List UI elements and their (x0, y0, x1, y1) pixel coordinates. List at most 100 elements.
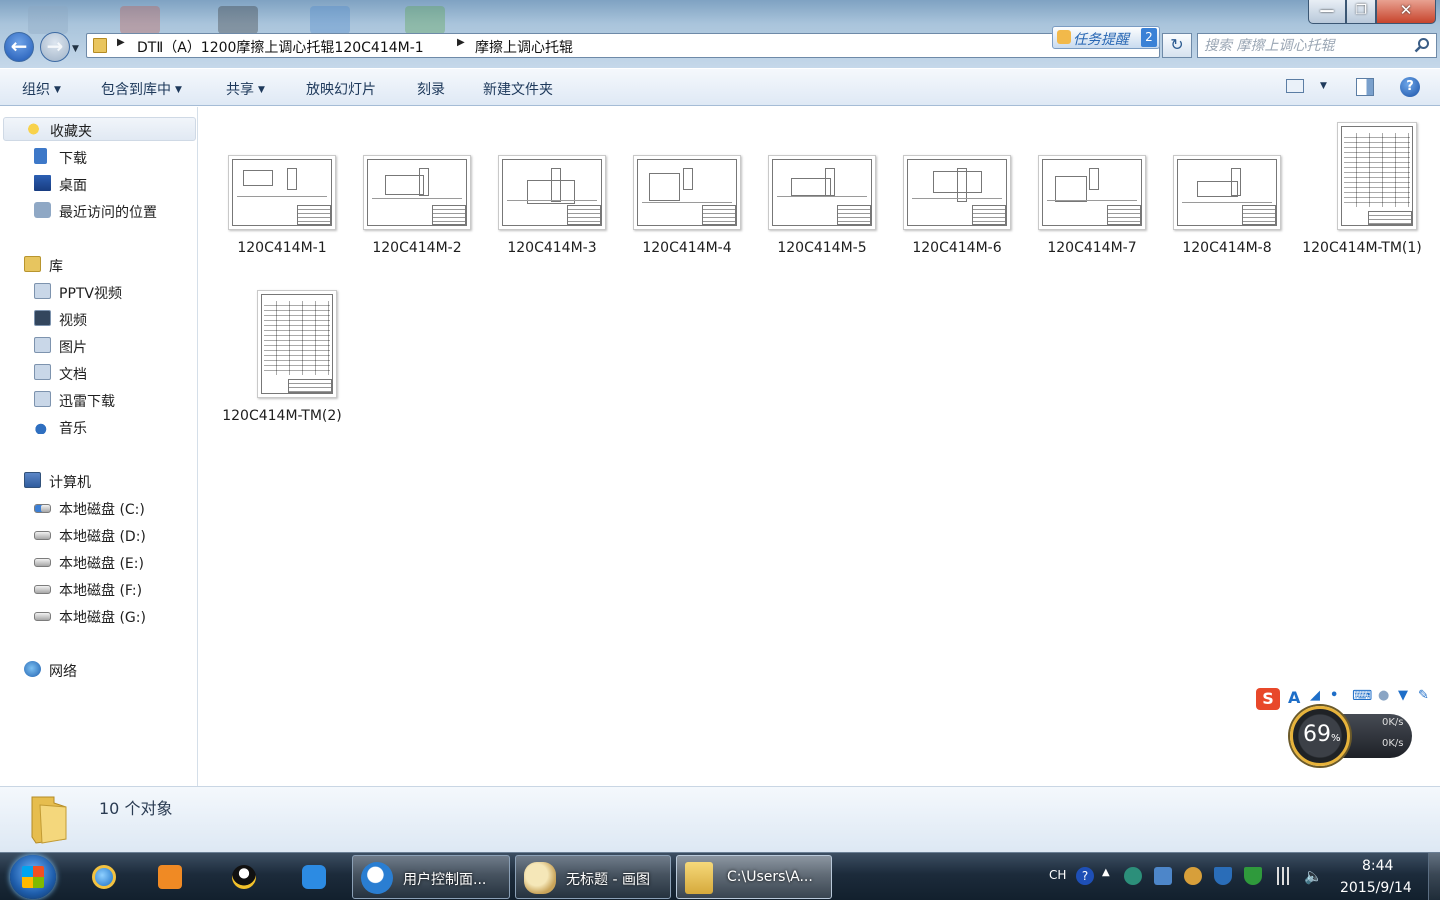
security-tray-icon[interactable] (1124, 867, 1142, 885)
qq-tray-icon[interactable] (1184, 867, 1202, 885)
breadcrumb-item[interactable]: 摩擦上调心托辊 (475, 37, 573, 57)
keyboard-icon[interactable]: ⌨ (1352, 688, 1372, 704)
network-tray-icon[interactable] (1154, 867, 1172, 885)
file-item[interactable]: 120C414M-8 (1161, 107, 1293, 267)
sidebar-item-recent-places[interactable]: 最近访问的位置 (0, 199, 197, 223)
search-input[interactable] (1204, 37, 1409, 55)
language-indicator[interactable]: CH (1049, 868, 1066, 882)
sidebar-item-music[interactable]: 音乐 (0, 415, 197, 439)
full-width-icon[interactable]: • (1330, 688, 1338, 703)
computer-icon (24, 472, 41, 488)
file-item[interactable]: 120C414M-4 (621, 107, 753, 267)
file-list-view[interactable]: 120C414M-1 120C414M-2 120C414M-3 120C414M-4… (199, 107, 1440, 786)
sidebar-item-computer[interactable]: 计算机 (0, 469, 197, 493)
breadcrumb-item[interactable]: DTⅡ（A）1200摩擦上调心托辊120C414M-1 (137, 37, 424, 57)
sidebar-item-documents[interactable]: 文档 (0, 361, 197, 385)
show-desktop-button[interactable] (1428, 853, 1440, 900)
volume-icon[interactable]: 🔈 (1304, 867, 1323, 885)
drawing-thumbnail (363, 155, 471, 230)
sidebar-item-videos[interactable]: 视频 (0, 307, 197, 331)
file-name-label: 120C414M-6 (912, 240, 1002, 256)
punctuation-icon[interactable]: ◢ (1310, 688, 1320, 703)
cloud-app-pin[interactable] (294, 857, 334, 897)
task-reminder-badge[interactable]: 任务提醒 2 (1052, 26, 1160, 49)
burn-button[interactable]: 刻录 (417, 79, 445, 99)
file-name-label: 120C414M-8 (1182, 240, 1272, 256)
slideshow-button[interactable]: 放映幻灯片 (306, 79, 376, 99)
file-item[interactable]: 120C414M-6 (891, 107, 1023, 267)
file-item[interactable]: 120C414M-7 (1026, 107, 1158, 267)
address-bar[interactable]: ▶ DTⅡ（A）1200摩擦上调心托辊120C414M-1 ▶ 摩擦上调心托辊 (86, 33, 1160, 58)
taskbar-item-paint[interactable]: 无标题 - 画图 (515, 855, 671, 899)
clock-date[interactable]: 2015/9/14 (1340, 880, 1412, 896)
sogou-ime-icon[interactable]: S (1256, 688, 1280, 710)
close-button[interactable]: ✕ (1376, 0, 1436, 24)
sidebar-item-libraries[interactable]: 库 (0, 253, 197, 277)
sidebar-item-drive-f[interactable]: 本地磁盘 (F:) (0, 577, 197, 601)
share-menu[interactable]: 共享 ▼ (226, 79, 265, 99)
help-tray-icon[interactable]: ? (1076, 867, 1094, 885)
network-speed-widget[interactable]: 69% 0K/s 0K/s (1290, 706, 1412, 766)
skin-icon[interactable]: ▼ (1398, 688, 1408, 703)
show-hidden-icons-icon[interactable]: ▲ (1102, 867, 1120, 885)
back-button[interactable]: ← (4, 32, 34, 62)
start-button[interactable] (10, 855, 56, 899)
maximize-button[interactable]: ❐ (1346, 0, 1376, 24)
file-item[interactable]: 120C414M-1 (216, 107, 348, 267)
taskbar-item-control-panel[interactable]: 用户控制面... (352, 855, 510, 899)
taskbar: 用户控制面... 无标题 - 画图 C:\Users\A... CH ? ▲ 🔈… (0, 852, 1440, 900)
change-view-icon[interactable] (1286, 79, 1304, 93)
file-item[interactable]: 120C414M-5 (756, 107, 888, 267)
qq-pin[interactable] (224, 857, 264, 897)
view-options-dropdown[interactable]: ▼ (1320, 81, 1327, 91)
media-player-pin[interactable] (150, 857, 190, 897)
file-item[interactable]: 120C414M-3 (486, 107, 618, 267)
user-icon[interactable]: ● (1378, 688, 1389, 703)
clock-time[interactable]: 8:44 (1362, 858, 1393, 874)
sidebar-item-drive-d[interactable]: 本地磁盘 (D:) (0, 523, 197, 547)
minimize-button[interactable]: — (1308, 0, 1346, 24)
shield-icon[interactable] (1214, 867, 1232, 885)
title-bar: — ❐ ✕ ← → ▼ ▶ DTⅡ（A）1200摩擦上调心托辊120C414M-… (0, 0, 1440, 68)
paint-icon (524, 862, 556, 894)
drawing-thumbnail (903, 155, 1011, 230)
internet-explorer-pin[interactable] (84, 857, 124, 897)
file-item[interactable]: 120C414M-2 (351, 107, 483, 267)
drive-icon (34, 612, 51, 621)
pictures-library-icon (34, 337, 51, 353)
taskbar-item-explorer[interactable]: C:\Users\A... (676, 855, 832, 899)
background-app-icon (405, 6, 445, 34)
sidebar-item-pictures[interactable]: 图片 (0, 334, 197, 358)
dropdown-arrow-icon: ▼ (175, 85, 182, 95)
search-icon[interactable] (1414, 37, 1430, 53)
file-name-label: 120C414M-7 (1047, 240, 1137, 256)
task-reminder-count: 2 (1141, 28, 1157, 47)
forward-button[interactable]: → (40, 32, 70, 62)
organize-menu[interactable]: 组织 ▼ (22, 79, 61, 99)
refresh-button[interactable]: ↻ (1162, 33, 1192, 58)
drawing-thumbnail (768, 155, 876, 230)
search-box[interactable] (1197, 33, 1437, 58)
file-item[interactable]: 120C414M-TM(1) (1296, 107, 1428, 267)
sidebar-item-network[interactable]: 网络 (0, 658, 197, 682)
recent-pages-dropdown[interactable]: ▼ (72, 44, 79, 54)
sidebar-item-drive-g[interactable]: 本地磁盘 (G:) (0, 604, 197, 628)
sidebar-item-desktop[interactable]: 桌面 (0, 172, 197, 196)
preview-pane-icon[interactable] (1356, 78, 1374, 96)
help-button[interactable]: ? (1400, 77, 1420, 97)
sidebar-item-drive-e[interactable]: 本地磁盘 (E:) (0, 550, 197, 574)
sidebar-item-xunlei-downloads[interactable]: 迅雷下载 (0, 388, 197, 412)
sidebar-item-favorites[interactable]: 收藏夹 (3, 117, 196, 141)
include-in-library-menu[interactable]: 包含到库中 ▼ (101, 79, 182, 99)
signal-strength-icon[interactable] (1274, 867, 1292, 885)
sidebar-item-pptv[interactable]: PPTV视频 (0, 280, 197, 304)
settings-wrench-icon[interactable]: ✎ (1418, 688, 1429, 703)
sidebar-item-downloads[interactable]: 下载 (0, 145, 197, 169)
ime-mode-label[interactable]: A (1288, 688, 1300, 707)
antivirus-shield-icon[interactable] (1244, 867, 1262, 885)
sidebar-item-drive-c[interactable]: 本地磁盘 (C:) (0, 496, 197, 520)
new-folder-button[interactable]: 新建文件夹 (483, 79, 553, 99)
file-item[interactable]: 120C414M-TM(2) (216, 275, 348, 435)
document-thumbnail (257, 290, 337, 398)
breadcrumb-separator-icon[interactable]: ▶ (457, 37, 465, 48)
